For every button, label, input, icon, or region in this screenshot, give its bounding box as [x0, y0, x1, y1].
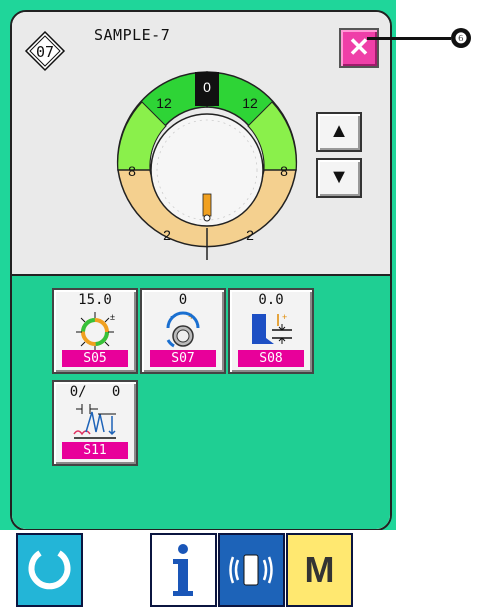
param-button-s08[interactable]: 0.0 + S08	[228, 288, 314, 374]
callout-line	[367, 37, 451, 40]
dial-label-right: 8	[280, 163, 288, 179]
info-key[interactable]	[150, 533, 217, 607]
communication-key[interactable]	[218, 533, 285, 607]
dial-label-lower-left: 2	[163, 227, 171, 243]
param-value: 0/ 0	[69, 384, 121, 400]
dial-label-upper-left: 12	[156, 95, 172, 111]
pattern-name: SAMPLE-7	[94, 26, 171, 44]
pattern-number-badge: 07	[24, 30, 66, 72]
dial-label-upper-right: 12	[242, 95, 258, 111]
arrow-down-icon: ▼	[329, 166, 349, 188]
param-button-s05[interactable]: 15.0 ± S05	[52, 288, 138, 374]
arrow-up-icon: ▲	[329, 120, 349, 142]
ready-key[interactable]	[16, 533, 83, 607]
pattern-display-area: 07 SAMPLE-7 ✕ 0 12 8 2 2 8 12 ▲ ▼	[12, 12, 390, 274]
mode-key[interactable]: M	[286, 533, 353, 607]
scroll-down-button[interactable]: ▼	[316, 158, 362, 198]
dial-label-left: 8	[128, 163, 136, 179]
svg-text:±: ±	[110, 312, 115, 322]
param-button-s11[interactable]: 0/ 0 S11	[52, 380, 138, 466]
param-code: S11	[62, 442, 128, 459]
close-button[interactable]: ✕	[339, 28, 379, 68]
scroll-up-button[interactable]: ▲	[316, 112, 362, 152]
dial-label-top: 0	[203, 79, 211, 95]
thread-presser-icon: +	[252, 312, 292, 344]
tension-dial-icon: − +	[166, 311, 200, 348]
parameter-area: 15.0 ± S05 0 − + S07 0.0 + S08 0/ 0 S11	[12, 274, 390, 529]
callout-number: ❻	[451, 28, 471, 48]
param-code: S07	[150, 350, 216, 367]
param-value: 0.0	[258, 292, 284, 308]
pattern-number: 07	[36, 43, 54, 61]
stitch-circle-icon: ±	[76, 312, 115, 350]
info-icon	[173, 544, 193, 596]
mode-key-label: M	[304, 549, 335, 590]
param-code: S05	[62, 350, 128, 367]
param-value: 0	[178, 292, 188, 308]
communication-icon	[229, 554, 273, 586]
pattern-panel: 07 SAMPLE-7 ✕ 0 12 8 2 2 8 12 ▲ ▼ 15.0 ±…	[10, 10, 392, 531]
stitch-shape-icon	[73, 404, 116, 439]
param-code: S08	[238, 350, 304, 367]
ready-icon	[28, 550, 71, 590]
param-value: 15.0	[78, 292, 112, 308]
stitch-dial: 0 12 8 2 2 8 12	[116, 71, 298, 260]
dial-label-lower-right: 2	[246, 227, 254, 243]
param-button-s07[interactable]: 0 − + S07	[140, 288, 226, 374]
svg-text:+: +	[282, 312, 287, 322]
